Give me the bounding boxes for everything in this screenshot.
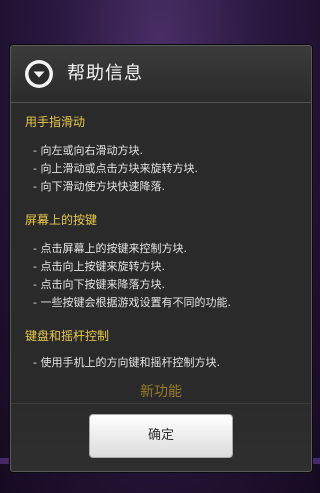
section-title-onscreen-keys: 屏幕上的按键 (25, 213, 98, 227)
help-item: - 点击屏幕上的按键来控制方块. (33, 242, 187, 255)
help-item: - 向上滑动或点击方块来旋转方块. (33, 162, 198, 175)
help-item: - 点击向下按键来降落方块. (33, 278, 165, 291)
dialog-content[interactable]: 用手指滑动 - 向左或向右滑动方块. - 向上滑动或点击方块来旋转方块. - 向… (11, 103, 311, 403)
dialog-footer: 确定 (11, 403, 311, 471)
chevron-down-icon (25, 60, 53, 88)
ok-button[interactable]: 确定 (89, 414, 233, 458)
help-item: - 使用手机上的方向键和摇杆控制方块. (33, 356, 220, 369)
help-item: - 向下滑动使方块快速降落. (33, 180, 165, 193)
more-section-title: 新功能 (140, 384, 182, 400)
help-dialog: 帮助信息 用手指滑动 - 向左或向右滑动方块. - 向上滑动或点击方块来旋转方块… (10, 45, 312, 472)
dialog-title-bar: 帮助信息 (11, 46, 311, 103)
help-item: - 点击向上按键来旋转方块. (33, 260, 165, 273)
help-item: - 一些按键会根据游戏设置有不同的功能. (33, 296, 231, 309)
section-title-swipe: 用手指滑动 (25, 115, 86, 129)
section-title-keyboard-joystick: 键盘和摇杆控制 (25, 329, 110, 343)
help-item: - 向左或向右滑动方块. (33, 144, 143, 157)
dialog-title: 帮助信息 (67, 63, 143, 84)
